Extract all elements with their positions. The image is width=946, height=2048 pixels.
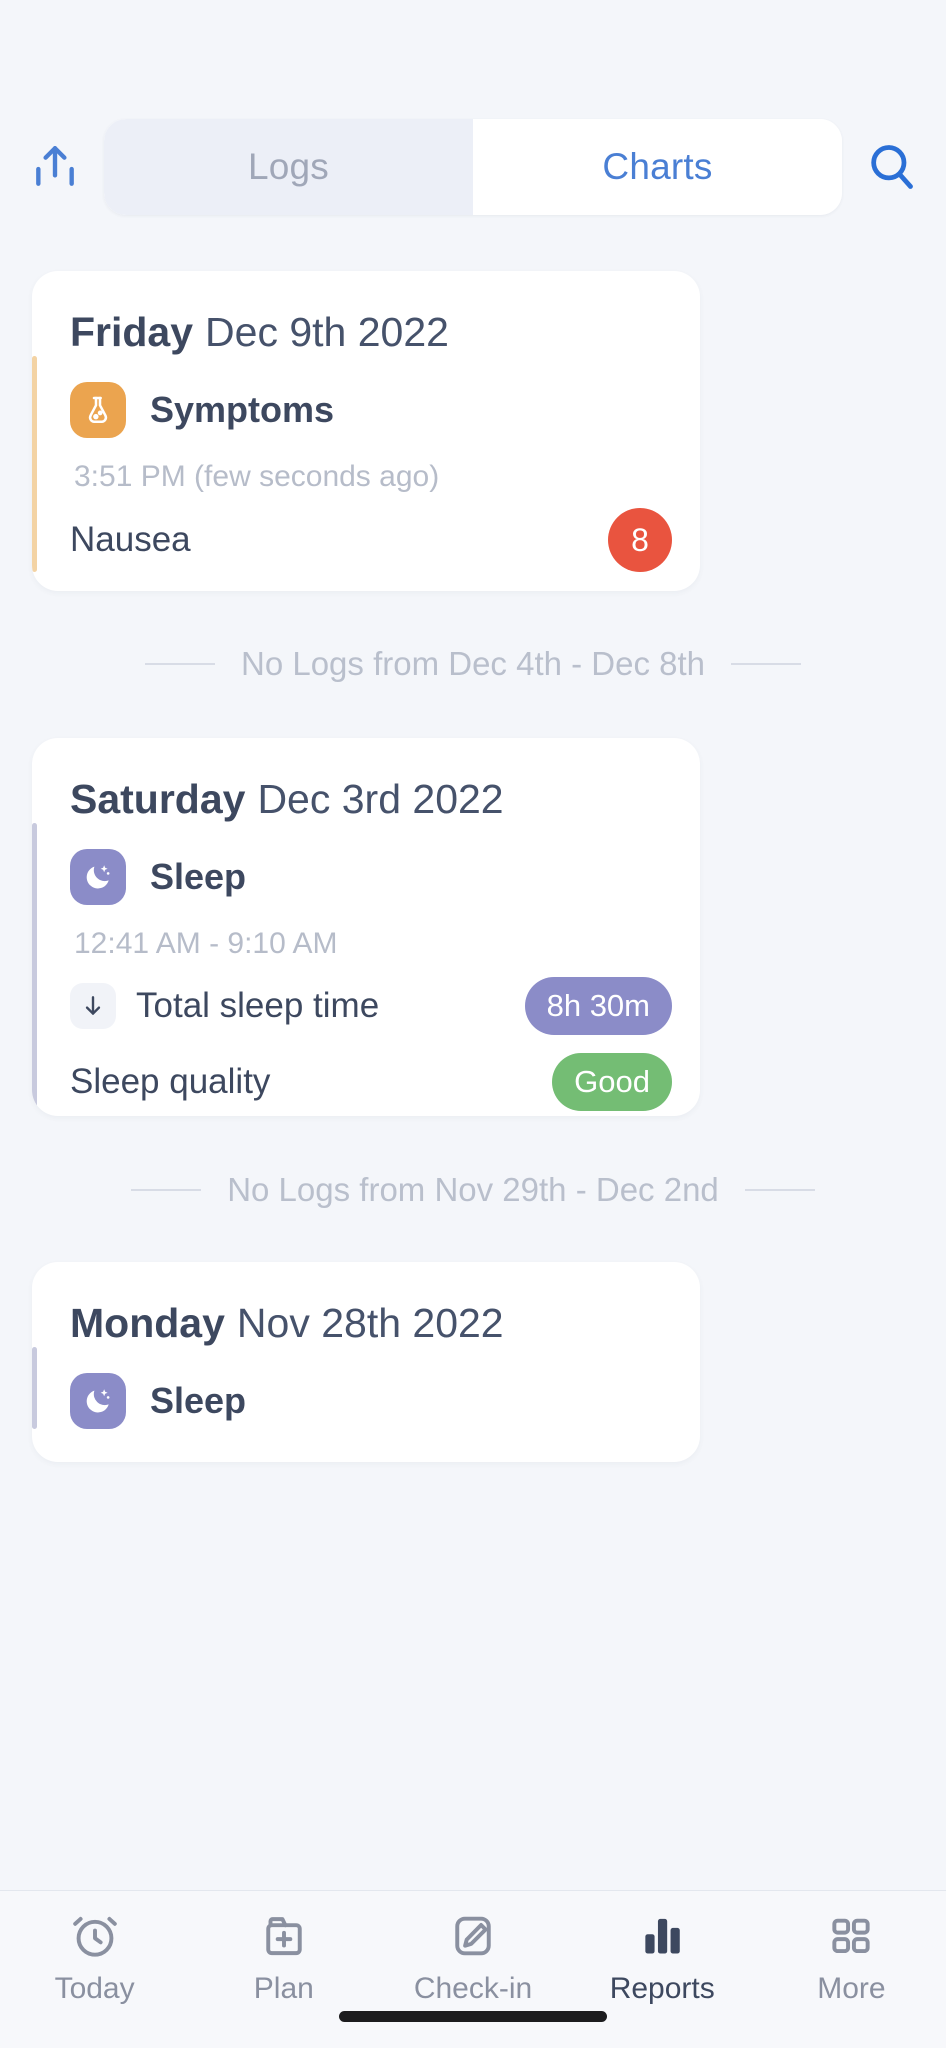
- entry-timestamp: 3:51 PM (few seconds ago): [74, 460, 440, 493]
- total-sleep-time-badge: 8h 30m: [524, 977, 672, 1035]
- alarm-clock-icon: [72, 1916, 117, 1957]
- severity-value: 8: [631, 521, 649, 558]
- day-card-title: Friday Dec 9th 2022: [32, 271, 700, 356]
- tab-more-label: More: [817, 1972, 886, 2005]
- metric-row-total-sleep-time[interactable]: Total sleep time 8h 30m: [70, 975, 674, 1037]
- tab-today-label: Today: [54, 1972, 135, 2005]
- day-card-monday[interactable]: Monday Nov 28th 2022 Sleep: [32, 1262, 700, 1462]
- divider-line-right: [731, 663, 802, 665]
- day-weekday: Saturday: [70, 776, 246, 822]
- log-entry-symptoms[interactable]: Symptoms 3:51 PM (few seconds ago) Nause…: [32, 356, 700, 572]
- search-button[interactable]: [858, 131, 924, 203]
- sleep-quality-badge: Good: [552, 1053, 672, 1111]
- severity-badge: 8: [608, 508, 672, 572]
- app-screen: Logs Charts Friday Dec 9th 2022 Symptoms…: [0, 0, 946, 2048]
- divider-line-right: [744, 1189, 815, 1191]
- day-weekday: Friday: [70, 309, 194, 355]
- search-icon: [871, 145, 913, 189]
- no-logs-divider-1: No Logs from Dec 4th - Dec 8th: [0, 645, 946, 683]
- no-logs-text: No Logs from Nov 29th - Dec 2nd: [227, 1171, 719, 1208]
- folder-plus-icon: [266, 1917, 302, 1956]
- day-card-friday[interactable]: Friday Dec 9th 2022 Symptoms 3:51 PM (few…: [32, 271, 700, 591]
- upload-icon: [36, 146, 74, 186]
- day-card-saturday[interactable]: Saturday Dec 3rd 2022 Sleep 12:41 AM - 9:…: [32, 738, 700, 1116]
- entry-color-bar: [32, 356, 37, 572]
- day-date: Dec 3rd 2022: [257, 776, 504, 822]
- tab-plan[interactable]: Plan: [189, 1909, 378, 2006]
- tab-check-in-label: Check-in: [413, 1972, 533, 2005]
- entry-type-label: Symptoms: [150, 389, 335, 430]
- metric-row-sleep-quality[interactable]: Sleep quality Good: [70, 1051, 674, 1113]
- top-header: Logs Charts: [0, 118, 946, 216]
- tab-logs[interactable]: Logs: [104, 119, 473, 215]
- tab-charts[interactable]: Charts: [473, 119, 842, 215]
- day-date: Nov 28th 2022: [236, 1300, 504, 1346]
- log-entry-sleep[interactable]: Sleep 12:41 AM - 9:10 AM Total sleep tim…: [32, 823, 700, 1113]
- tab-reports-label: Reports: [609, 1972, 715, 2005]
- tab-plan-label: Plan: [253, 1972, 314, 2005]
- bar-chart-icon: [645, 1918, 680, 1954]
- day-card-title: Monday Nov 28th 2022: [32, 1262, 700, 1347]
- edit-square-icon: [455, 1916, 491, 1956]
- entry-color-bar: [32, 823, 37, 1113]
- metric-label: Sleep quality: [70, 1062, 271, 1101]
- export-button[interactable]: [22, 131, 88, 203]
- sleep-quality-value: Good: [574, 1064, 650, 1099]
- total-sleep-time-value: 8h 30m: [546, 988, 650, 1023]
- log-entry-sleep[interactable]: Sleep: [32, 1347, 700, 1429]
- divider-line-left: [144, 663, 215, 665]
- tab-logs-label: Logs: [247, 146, 330, 187]
- entry-type-label: Sleep: [150, 1380, 247, 1421]
- day-weekday: Monday: [70, 1300, 225, 1346]
- bottom-tab-bar: Today Plan Check-in Reports More: [0, 1890, 946, 2048]
- tab-check-in[interactable]: Check-in: [378, 1909, 567, 2006]
- tab-today[interactable]: Today: [0, 1909, 189, 2006]
- divider-line-left: [131, 1189, 202, 1191]
- logs-charts-segmented-control[interactable]: Logs Charts: [104, 119, 842, 215]
- day-date: Dec 9th 2022: [205, 309, 449, 355]
- down-arrow-icon: [70, 983, 116, 1029]
- entry-timestamp: 12:41 AM - 9:10 AM: [74, 927, 338, 960]
- home-indicator: [339, 2011, 607, 2022]
- no-logs-text: No Logs from Dec 4th - Dec 8th: [240, 645, 706, 682]
- tab-more[interactable]: More: [757, 1909, 946, 2006]
- sleep-icon: [70, 849, 126, 905]
- entry-type-label: Sleep: [150, 856, 247, 897]
- metric-label: Nausea: [70, 520, 191, 559]
- sleep-icon: [70, 1373, 126, 1429]
- no-logs-divider-2: No Logs from Nov 29th - Dec 2nd: [0, 1171, 946, 1209]
- day-card-title: Saturday Dec 3rd 2022: [32, 738, 700, 823]
- grid-icon: [832, 1918, 871, 1954]
- tab-reports[interactable]: Reports: [568, 1909, 757, 2006]
- metric-label: Total sleep time: [136, 986, 380, 1025]
- metric-row-nausea[interactable]: Nausea 8: [70, 508, 674, 572]
- symptoms-icon: [70, 382, 126, 438]
- tab-charts-label: Charts: [602, 146, 713, 187]
- entry-color-bar: [32, 1347, 37, 1429]
